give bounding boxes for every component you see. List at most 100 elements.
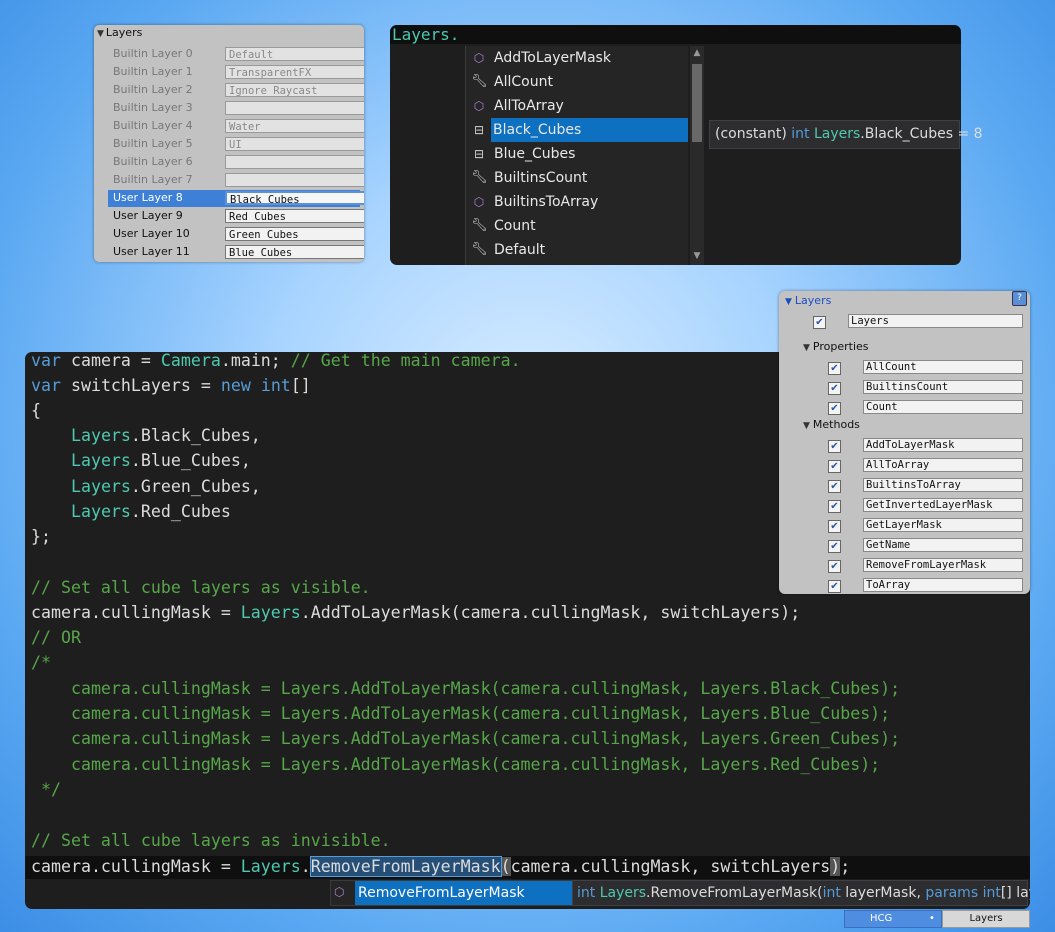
status-bar: HCG • Layers: [844, 910, 1030, 928]
collapse-triangle-icon[interactable]: ▼: [803, 421, 810, 431]
method-checkbox[interactable]: ✔: [828, 540, 841, 553]
property-row: ✔ Count: [828, 399, 1030, 417]
method-checkbox[interactable]: ✔: [828, 480, 841, 493]
collapse-triangle-icon[interactable]: ▼: [97, 29, 104, 39]
completion-item-selected[interactable]: ⊟ Black_Cubes: [466, 118, 688, 142]
enabled-checkbox[interactable]: ✔: [813, 316, 826, 329]
method-field[interactable]: ToArray: [863, 578, 1023, 592]
code-line: Layers.Black_Cubes,: [31, 423, 261, 448]
layer-name-field: [225, 101, 364, 115]
completion-item[interactable]: 🔧︎ AllCount: [466, 70, 688, 94]
method-name-highlight[interactable]: RemoveFromLayerMask: [309, 856, 502, 877]
method-checkbox[interactable]: ✔: [828, 460, 841, 473]
completion-item[interactable]: ⬡ BuiltinsToArray: [466, 190, 688, 214]
status-segment-hcg[interactable]: HCG •: [844, 910, 942, 928]
method-checkbox[interactable]: ✔: [828, 560, 841, 573]
help-icon[interactable]: ?: [1012, 291, 1027, 306]
type-name: Layers: [599, 885, 647, 901]
method-checkbox[interactable]: ✔: [828, 500, 841, 513]
inspector-title: Layers: [794, 294, 832, 307]
methods-section[interactable]: ▼ Methods: [803, 418, 860, 431]
completion-item[interactable]: ⊟ Blue_Cubes: [466, 142, 688, 166]
method-field[interactable]: GetLayerMask: [863, 518, 1023, 532]
completion-item[interactable]: ⬡ AddToLayerMask: [466, 46, 688, 70]
keyword: var: [31, 376, 61, 395]
property-checkbox[interactable]: ✔: [828, 402, 841, 415]
code-line-current[interactable]: camera.cullingMask = Layers.RemoveFromLa…: [31, 854, 850, 879]
layer-name-field[interactable]: Blue Cubes: [225, 245, 364, 259]
property-field[interactable]: AllCount: [863, 360, 1023, 374]
code-comment-line: camera.cullingMask = Layers.AddToLayerMa…: [31, 704, 891, 723]
layer-row: Builtin Layer 3: [108, 100, 364, 117]
layer-label: Builtin Layer 6: [113, 155, 193, 168]
method-cube-icon: ⬡: [334, 885, 345, 899]
collapse-triangle-icon[interactable]: ▼: [803, 343, 810, 353]
method-field[interactable]: AddToLayerMask: [863, 438, 1023, 452]
layer-name-field[interactable]: Red Cubes: [225, 209, 364, 223]
method-field[interactable]: RemoveFromLayerMask: [863, 558, 1023, 572]
type-name: Layers: [70, 477, 131, 496]
property-field[interactable]: Count: [863, 400, 1023, 414]
brace-match: ): [830, 857, 841, 876]
layer-name-field[interactable]: Black Cubes: [225, 191, 364, 205]
collapse-triangle-icon[interactable]: ▼: [785, 297, 792, 307]
layer-row[interactable]: User Layer 11 Blue Cubes: [108, 244, 364, 261]
method-checkbox[interactable]: ✔: [828, 520, 841, 533]
completion-label: BuiltinsToArray: [494, 194, 599, 210]
brace-match: (: [500, 857, 511, 876]
code-text: .AddToLayerMask(camera.cullingMask, swit…: [300, 603, 801, 622]
completion-item[interactable]: 🔧︎ Default: [466, 238, 688, 262]
layer-row[interactable]: User Layer 9 Red Cubes: [108, 208, 364, 225]
completion-scrollbar[interactable]: ▲ ▼: [690, 46, 704, 265]
scrollbar-thumb[interactable]: [692, 64, 702, 142]
properties-section[interactable]: ▼ Properties: [803, 340, 869, 353]
layer-row: Builtin Layer 6: [108, 154, 364, 171]
layer-name-field[interactable]: Green Cubes: [225, 227, 364, 241]
scroll-up-arrow-icon[interactable]: ▲: [691, 48, 703, 58]
tooltip-type: int: [791, 126, 810, 142]
tooltip-text: layerMask,: [840, 885, 926, 901]
method-checkbox[interactable]: ✔: [828, 440, 841, 453]
completion-item[interactable]: 🔧︎ Count: [466, 214, 688, 238]
layer-row: Builtin Layer 4 Water: [108, 118, 364, 135]
property-checkbox[interactable]: ✔: [828, 362, 841, 375]
layer-row[interactable]: User Layer 10 Green Cubes: [108, 226, 364, 243]
method-row: ✔ BuiltinsToArray: [828, 477, 1030, 495]
layer-name-field: Default: [225, 47, 364, 61]
typed-code-line[interactable]: Layers.: [390, 25, 961, 44]
method-row: ✔ ToArray: [828, 577, 1030, 594]
signature-tooltip: int Layers.RemoveFromLayerMask(int layer…: [572, 880, 1030, 906]
layer-label: Builtin Layer 7: [113, 173, 193, 186]
inspector-header[interactable]: ▼ Layers: [785, 294, 831, 307]
layer-name-field: [225, 173, 364, 187]
method-field[interactable]: AllToArray: [863, 458, 1023, 472]
completion-popup[interactable]: ⬡ RemoveFromLayerMask: [330, 880, 574, 906]
keyword: params: [925, 885, 979, 901]
method-row: ✔ GetName: [828, 537, 1030, 555]
method-cube-icon: ⬡: [473, 195, 485, 209]
layer-row-selected[interactable]: User Layer 8 Black Cubes: [108, 190, 364, 207]
component-name-field[interactable]: Layers: [848, 314, 1023, 328]
code-text: camera =: [60, 352, 161, 370]
method-field[interactable]: GetName: [863, 538, 1023, 552]
method-checkbox[interactable]: ✔: [828, 580, 841, 593]
layers-panel-header[interactable]: ▼ Layers: [94, 25, 364, 40]
completion-item[interactable]: 🔧︎ BuiltinsCount: [466, 166, 688, 190]
scroll-down-arrow-icon[interactable]: ▼: [691, 251, 703, 261]
property-checkbox[interactable]: ✔: [828, 382, 841, 395]
method-cube-icon: ⬡: [473, 99, 485, 113]
method-field[interactable]: BuiltinsToArray: [863, 478, 1023, 492]
wrench-icon: 🔧︎: [471, 74, 488, 89]
property-field[interactable]: BuiltinsCount: [863, 380, 1023, 394]
keyword: int: [822, 885, 841, 901]
completion-item[interactable]: ⬡ AllToArray: [466, 94, 688, 118]
method-field[interactable]: GetInvertedLayerMask: [863, 498, 1023, 512]
layer-row: Builtin Layer 7: [108, 172, 364, 189]
completion-list[interactable]: ⬡ AddToLayerMask 🔧︎ AllCount ⬡ AllToArray ⊟…: [465, 46, 688, 265]
property-row: ✔ BuiltinsCount: [828, 379, 1030, 397]
status-segment-layers[interactable]: Layers: [942, 910, 1030, 928]
tooltip-text: [] layers): [1000, 885, 1030, 901]
code-line: {: [31, 401, 41, 420]
completion-label[interactable]: RemoveFromLayerMask: [358, 881, 525, 905]
property-row: ✔ AllCount: [828, 359, 1030, 377]
